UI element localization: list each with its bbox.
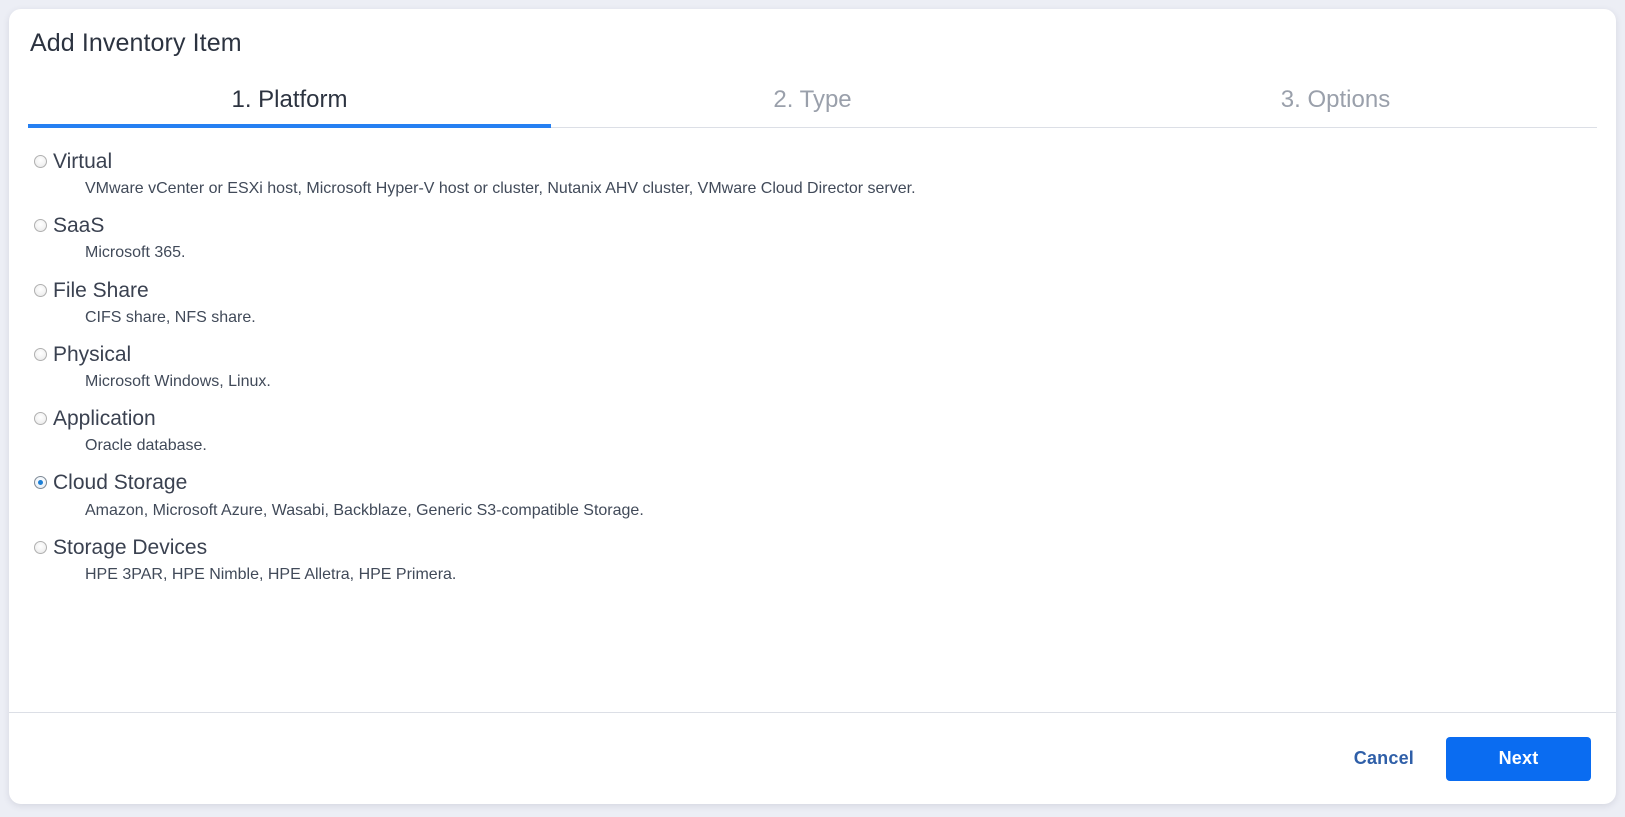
radio-unselected-icon[interactable]	[34, 347, 47, 361]
option-description: Amazon, Microsoft Azure, Wasabi, Backbla…	[85, 501, 644, 519]
option-label: SaaS	[53, 214, 105, 238]
option-description: HPE 3PAR, HPE Nimble, HPE Alletra, HPE P…	[85, 565, 457, 583]
option-label: Virtual	[53, 150, 113, 173]
platform-option-storage-devices[interactable]: Storage Devices HPE 3PAR, HPE Nimble, HPE…	[28, 536, 1597, 584]
option-head[interactable]: Virtual	[28, 150, 1597, 173]
option-head[interactable]: Cloud Storage	[28, 471, 1597, 494]
wizard-tabs: 1. Platform 2. Type 3. Options	[28, 86, 1597, 128]
option-head[interactable]: Storage Devices	[28, 536, 1597, 559]
page-root: Add Inventory Item 1. Platform 2. Type 3. …	[0, 0, 1625, 817]
dialog-footer: Cancel Next	[9, 712, 1616, 804]
option-head[interactable]: File Share	[28, 279, 1597, 302]
option-description: Microsoft Windows, Linux.	[85, 372, 271, 390]
radio-unselected-icon[interactable]	[34, 155, 47, 169]
radio-unselected-icon[interactable]	[34, 219, 47, 233]
platform-option-file-share[interactable]: File Share CIFS share, NFS share.	[28, 279, 1597, 327]
tab-2[interactable]: 2. Type	[551, 86, 1074, 127]
option-label: Cloud Storage	[53, 471, 188, 495]
option-head[interactable]: SaaS	[28, 214, 1597, 237]
tab-1[interactable]: 1. Platform	[28, 86, 551, 128]
cancel-button[interactable]: Cancel	[1348, 740, 1420, 777]
platform-options-list[interactable]: Virtual VMware vCenter or ESXi host, Micr…	[9, 128, 1616, 712]
platform-option-saas[interactable]: SaaS Microsoft 365.	[28, 214, 1597, 262]
platform-option-physical[interactable]: Physical Microsoft Windows, Linux.	[28, 343, 1597, 391]
tab-3[interactable]: 3. Options	[1074, 86, 1597, 127]
option-head[interactable]: Application	[28, 407, 1597, 430]
option-label: Storage Devices	[53, 535, 208, 559]
option-label: File Share	[53, 278, 149, 302]
option-label: Application	[53, 407, 156, 431]
option-description: CIFS share, NFS share.	[85, 308, 256, 326]
platform-option-cloud-storage[interactable]: Cloud Storage Amazon, Microsoft Azure, Wa…	[28, 471, 1597, 519]
platform-option-application[interactable]: Application Oracle database.	[28, 407, 1597, 455]
radio-selected-icon[interactable]	[34, 476, 47, 490]
option-description: VMware vCenter or ESXi host, Microsoft H…	[85, 180, 916, 198]
add-inventory-item-dialog: Add Inventory Item 1. Platform 2. Type 3. …	[9, 9, 1616, 804]
page-title: Add Inventory Item	[30, 29, 242, 57]
radio-unselected-icon[interactable]	[34, 412, 47, 426]
radio-unselected-icon[interactable]	[34, 283, 47, 297]
option-label: Physical	[53, 342, 132, 366]
option-head[interactable]: Physical	[28, 343, 1597, 366]
option-description: Oracle database.	[85, 437, 207, 455]
platform-option-virtual[interactable]: Virtual VMware vCenter or ESXi host, Micr…	[28, 150, 1597, 198]
next-button[interactable]: Next	[1446, 736, 1591, 781]
radio-unselected-icon[interactable]	[34, 540, 47, 554]
option-description: Microsoft 365.	[85, 244, 186, 262]
